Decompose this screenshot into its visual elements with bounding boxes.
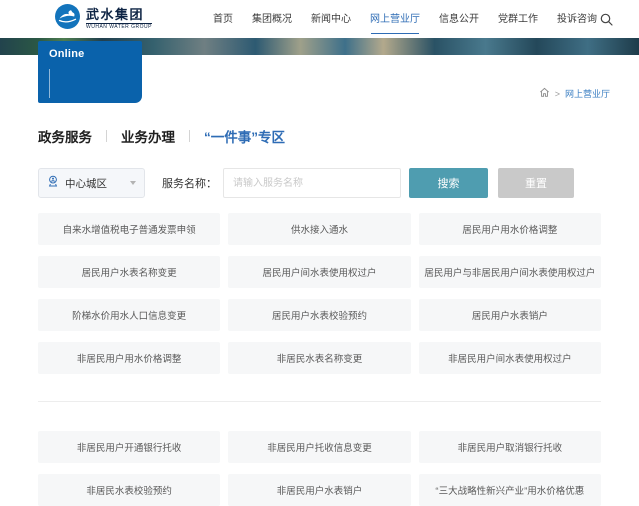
breadcrumb-current[interactable]: 网上营业厅: [565, 87, 610, 100]
nav-item[interactable]: 新闻中心: [311, 4, 351, 35]
service-item[interactable]: 非居民用户取消银行托收: [418, 431, 601, 463]
chevron-down-icon: [130, 181, 136, 185]
reset-button[interactable]: 重置: [498, 168, 574, 198]
breadcrumb: > 网上营业厅: [539, 87, 610, 100]
service-item[interactable]: 居民用户间水表使用权过户: [228, 256, 411, 288]
service-item[interactable]: 居民用户水表名称变更: [38, 256, 221, 288]
nav-item[interactable]: 集团概况: [252, 4, 292, 35]
service-item[interactable]: 非居民水表名称变更: [228, 342, 411, 374]
search-button[interactable]: 搜索: [409, 168, 488, 198]
service-item[interactable]: 非居民水表校验预约: [38, 474, 221, 506]
main-nav: 首页 集团概况 新闻中心 网上营业厅 信息公开 党群工作 投诉咨询: [213, 4, 597, 35]
tab[interactable]: 政务服务: [38, 126, 92, 146]
home-icon[interactable]: [539, 87, 550, 100]
logo-name-cn: 武水集团: [86, 7, 145, 22]
service-item[interactable]: 非居民用户间水表使用权过户: [418, 342, 601, 374]
service-item[interactable]: 居民用户水表校验预约: [228, 299, 411, 331]
nav-item[interactable]: 投诉咨询: [557, 4, 597, 35]
service-item[interactable]: 居民用户与非居民用户间水表使用权过户: [418, 256, 601, 288]
online-label: Online: [49, 48, 85, 60]
logo-name-en: WUHAN WATER GROUP: [86, 23, 152, 30]
service-item[interactable]: 供水接入通水: [228, 213, 411, 245]
service-item[interactable]: 非居民用户水表销户: [228, 474, 411, 506]
online-banner-box: Online: [38, 41, 142, 103]
tab[interactable]: 业务办理: [92, 126, 175, 146]
nav-item[interactable]: 党群工作: [498, 4, 538, 35]
service-item[interactable]: 居民用户水表销户: [418, 299, 601, 331]
service-item[interactable]: 非居民用户托收信息变更: [228, 431, 411, 463]
location-person-icon: [47, 174, 59, 192]
online-decorative-line: [49, 69, 50, 98]
service-item[interactable]: 非居民用户开通银行托收: [38, 431, 221, 463]
service-name-input[interactable]: [223, 168, 401, 198]
service-item[interactable]: 居民用户用水价格调整: [418, 213, 601, 245]
company-logo[interactable]: 武水集团 WUHAN WATER GROUP: [55, 4, 152, 34]
logo-text: 武水集团 WUHAN WATER GROUP: [86, 8, 152, 30]
district-select-value: 中心城区: [65, 177, 107, 190]
section-tabs: 政务服务 业务办理 “一件事”专区: [38, 126, 285, 146]
group-divider: [38, 401, 601, 402]
service-item[interactable]: 非居民用户用水价格调整: [38, 342, 221, 374]
service-group-1: 自来水增值税电子普通发票申领 供水接入通水 居民用户用水价格调整居民用户水表名称变更…: [38, 213, 601, 374]
service-group-2: 非居民用户开通银行托收 非居民用户托收信息变更 非居民用户取消银行托收非居民水表校验…: [38, 431, 601, 506]
service-name-label: 服务名称：: [162, 178, 217, 190]
top-header: 武水集团 WUHAN WATER GROUP 首页 集团概况 新闻中心 网上营业厅 信息…: [0, 0, 639, 38]
service-item[interactable]: “三大战略性新兴产业”用水价格优惠: [418, 474, 601, 506]
filter-bar: 中心城区 服务名称： 搜索 重置: [38, 168, 574, 198]
nav-item[interactable]: 首页: [213, 4, 233, 35]
breadcrumb-separator: >: [554, 88, 560, 99]
district-select[interactable]: 中心城区: [38, 168, 145, 198]
nav-item[interactable]: 网上营业厅: [370, 4, 420, 35]
tab[interactable]: “一件事”专区: [175, 126, 285, 146]
search-icon[interactable]: [600, 13, 613, 26]
nav-item[interactable]: 信息公开: [439, 4, 479, 35]
service-item[interactable]: 自来水增值税电子普通发票申领: [38, 213, 221, 245]
service-item[interactable]: 阶梯水价用水人口信息变更: [38, 299, 221, 331]
services-area: 自来水增值税电子普通发票申领 供水接入通水 居民用户用水价格调整居民用户水表名称变更…: [38, 213, 601, 506]
water-wave-logo-icon: [55, 4, 80, 34]
page: 武水集团 WUHAN WATER GROUP 首页 集团概况 新闻中心 网上营业厅 信息…: [0, 0, 639, 506]
